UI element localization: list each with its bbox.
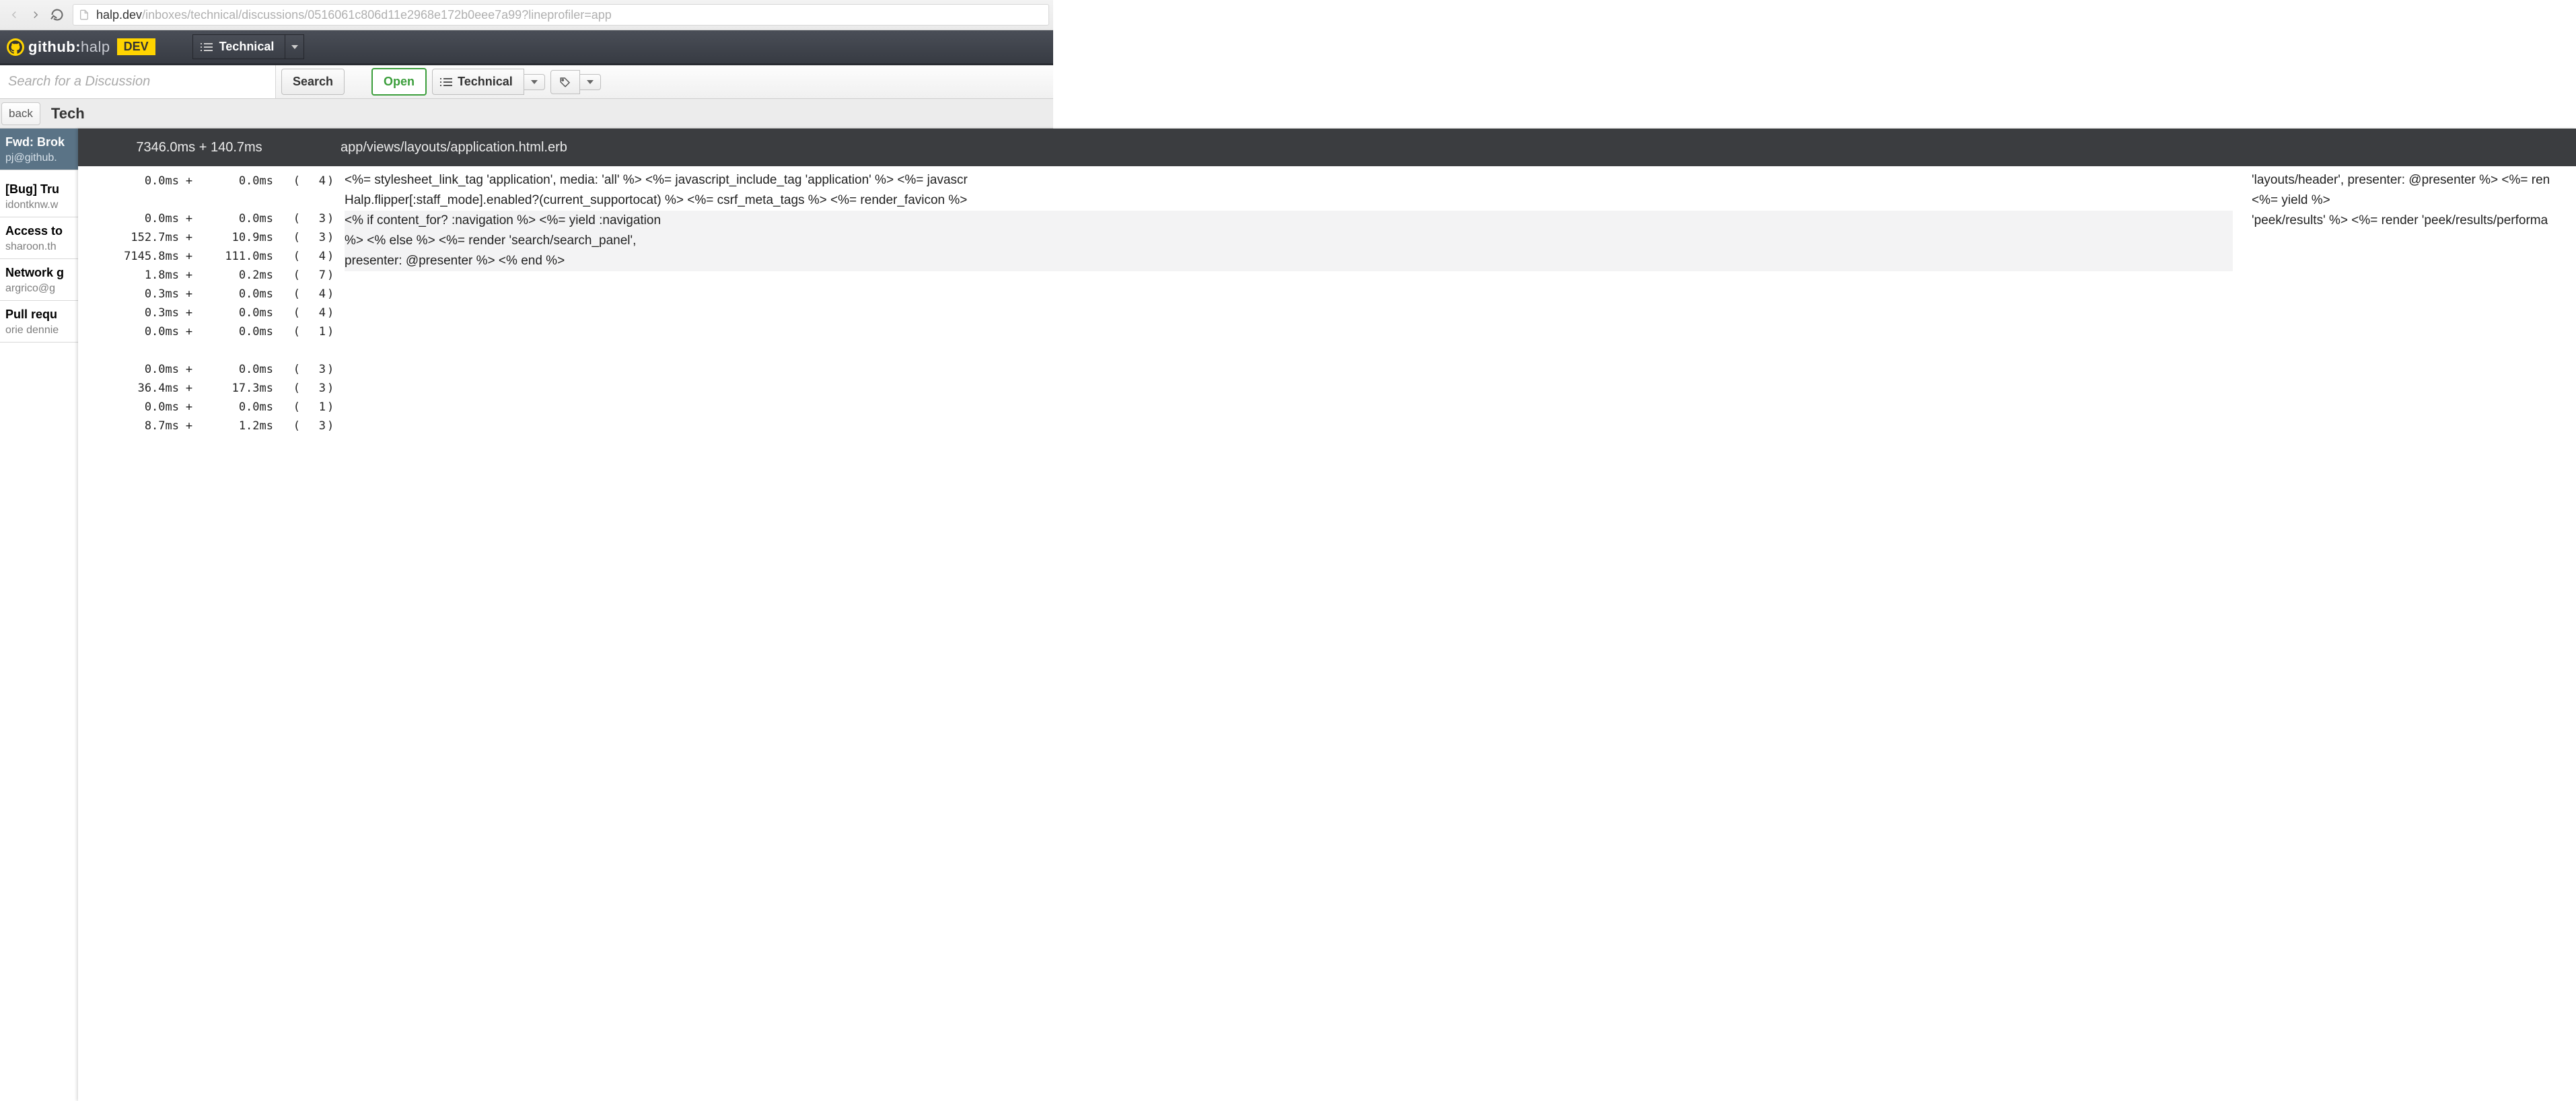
- technical-filter-caret[interactable]: [524, 74, 545, 90]
- list-icon: [204, 43, 213, 51]
- tag-icon: [559, 76, 571, 88]
- chevron-down-icon: [531, 80, 538, 84]
- technical-filter-label: Technical: [458, 75, 513, 89]
- discussion-item[interactable]: Access to sharoon.th: [0, 217, 81, 259]
- discussion-sender: orie dennie: [5, 324, 75, 336]
- open-button[interactable]: Open: [371, 68, 427, 96]
- profiler-line: [78, 190, 341, 209]
- discussion-sidebar: Fwd: Brok pj@github. [Bug] Tru idontknw.…: [0, 129, 81, 1101]
- profiler-body: 0.0ms+0.0ms(4) 0.0ms+0.0ms(3)152.7ms+10.…: [78, 166, 2576, 1101]
- sub-row: back Tech: [0, 99, 1053, 129]
- browser-forward-button[interactable]: [26, 5, 46, 25]
- technical-filter-button[interactable]: Technical: [432, 69, 524, 95]
- back-button[interactable]: back: [1, 102, 40, 125]
- profiler-line: 7145.8ms+111.0ms(4): [78, 247, 341, 266]
- discussion-item[interactable]: Fwd: Brok pj@github.: [0, 129, 81, 170]
- line-profiler-panel: 7346.0ms + 140.7ms app/views/layouts/app…: [78, 129, 2576, 1101]
- env-badge: DEV: [117, 38, 155, 55]
- search-button[interactable]: Search: [281, 69, 345, 95]
- url-host: halp.dev: [96, 8, 142, 22]
- discussion-sender: idontknw.w: [5, 199, 75, 211]
- discussion-sender: sharoon.th: [5, 241, 75, 253]
- chevron-down-icon: [291, 45, 298, 49]
- browser-reload-button[interactable]: [47, 5, 67, 25]
- src-line: 'layouts/header', presenter: @presenter …: [2252, 170, 2576, 190]
- list-icon: [443, 78, 452, 86]
- brand-text: github:halp: [28, 38, 110, 56]
- profiler-timings-column: 0.0ms+0.0ms(4) 0.0ms+0.0ms(3)152.7ms+10.…: [78, 166, 341, 1101]
- src-line: <%= yield %>: [2252, 190, 2576, 211]
- src-line: %> <% else %> <%= render 'search/search_…: [345, 231, 2233, 251]
- src-line: 'peek/results' %> <%= render 'peek/resul…: [2252, 211, 2576, 231]
- github-icon: [7, 38, 24, 56]
- inbox-dropdown-label: Technical: [219, 40, 275, 54]
- url-bar[interactable]: halp.dev/inboxes/technical/discussions/0…: [73, 4, 1049, 26]
- profiler-line: 152.7ms+10.9ms(3): [78, 228, 341, 247]
- chevron-down-icon: [587, 80, 594, 84]
- toolbar: Search Open Technical: [0, 65, 1053, 99]
- profiler-line: 1.8ms+0.2ms(7): [78, 266, 341, 285]
- profiler-line: 0.0ms+0.0ms(1): [78, 398, 341, 417]
- profiler-line: 36.4ms+17.3ms(3): [78, 379, 341, 398]
- profiler-line: 0.0ms+0.0ms(4): [78, 172, 341, 190]
- discussion-sender: pj@github.: [5, 152, 75, 164]
- src-line: <%= stylesheet_link_tag 'application', m…: [345, 170, 2233, 190]
- profiler-line: 8.7ms+1.2ms(3): [78, 417, 341, 435]
- discussion-sender: argrico@g: [5, 283, 75, 295]
- discussion-title: Access to: [5, 224, 75, 238]
- url-path: /inboxes/technical/discussions/0516061c8…: [142, 8, 612, 22]
- src-line: presenter: @presenter %> <% end %>: [345, 251, 2233, 271]
- profiler-line: 0.0ms+0.0ms(3): [78, 360, 341, 379]
- discussion-title: Network g: [5, 266, 75, 280]
- tag-button[interactable]: [550, 70, 580, 94]
- discussion-item[interactable]: Network g argrico@g: [0, 259, 81, 301]
- inbox-dropdown[interactable]: Technical: [192, 34, 305, 59]
- profiler-total-timing: 7346.0ms + 140.7ms: [78, 140, 320, 155]
- src-line: <% if content_for? :navigation %> <%= yi…: [345, 211, 2233, 231]
- browser-chrome: halp.dev/inboxes/technical/discussions/0…: [0, 0, 1053, 30]
- tag-caret[interactable]: [580, 74, 601, 90]
- profiler-line: 0.3ms+0.0ms(4): [78, 304, 341, 322]
- inbox-dropdown-caret[interactable]: [285, 34, 304, 59]
- sub-tab[interactable]: Tech: [44, 101, 92, 128]
- brand[interactable]: github:halp DEV: [7, 38, 155, 56]
- discussion-item[interactable]: Pull requ orie dennie: [0, 301, 81, 343]
- profiler-header: 7346.0ms + 140.7ms app/views/layouts/app…: [78, 129, 2576, 166]
- profiler-source-column: <%= stylesheet_link_tag 'application', m…: [341, 166, 2576, 1101]
- profiler-line: [78, 341, 341, 360]
- search-input[interactable]: [0, 65, 276, 98]
- browser-back-button[interactable]: [4, 5, 24, 25]
- discussion-title: Pull requ: [5, 308, 75, 322]
- discussion-item[interactable]: [Bug] Tru idontknw.w: [0, 176, 81, 217]
- profiler-line: 0.0ms+0.0ms(3): [78, 209, 341, 228]
- profiler-line: 0.0ms+0.0ms(1): [78, 322, 341, 341]
- profiler-line: 0.3ms+0.0ms(4): [78, 285, 341, 304]
- discussion-title: [Bug] Tru: [5, 182, 75, 197]
- app-bar: github:halp DEV Technical: [0, 30, 1053, 65]
- src-line: Halp.flipper[:staff_mode].enabled?(curre…: [345, 190, 2233, 211]
- profiler-file-path: app/views/layouts/application.html.erb: [320, 140, 567, 155]
- discussion-title: Fwd: Brok: [5, 135, 75, 149]
- page-icon: [79, 8, 90, 22]
